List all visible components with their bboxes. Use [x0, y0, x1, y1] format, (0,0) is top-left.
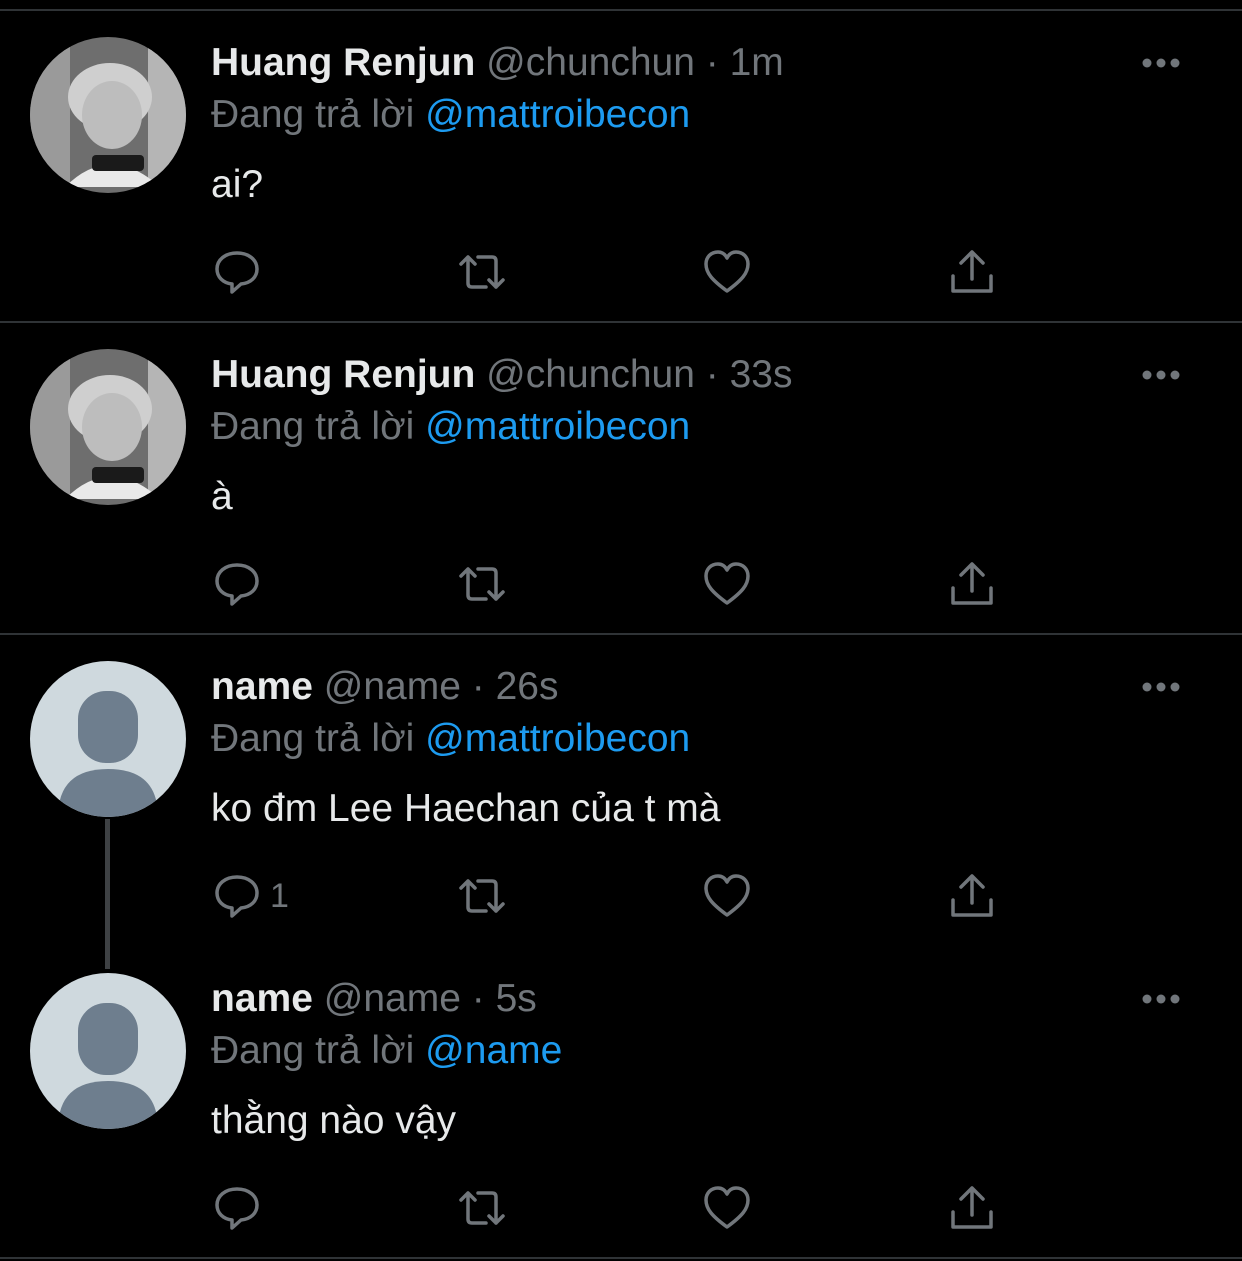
avatar[interactable] — [30, 973, 186, 1129]
retweet-icon — [459, 567, 505, 601]
share-button[interactable] — [947, 871, 997, 921]
more-icon[interactable] — [1140, 365, 1182, 385]
share-button[interactable] — [947, 1183, 997, 1233]
tweet-text: à — [211, 475, 233, 518]
reply-button[interactable] — [212, 559, 262, 609]
timestamp[interactable]: 33s — [730, 353, 793, 396]
avatar-photo-icon — [30, 37, 186, 193]
reply-button[interactable] — [212, 247, 262, 297]
timestamp[interactable]: 1m — [730, 41, 784, 84]
like-button[interactable] — [702, 1183, 752, 1233]
replying-to: Đang trả lời @mattroibecon — [211, 402, 690, 452]
mention-link[interactable]: @mattroibecon — [425, 717, 690, 760]
separator-dot: · — [471, 665, 485, 708]
reply-icon — [215, 251, 259, 294]
reply-icon — [215, 1187, 259, 1230]
heart-icon — [704, 562, 750, 605]
more-icon[interactable] — [1140, 53, 1182, 73]
replying-prefix: Đang trả lời — [211, 405, 415, 448]
tweet-text: thằng nào vậy — [211, 1099, 457, 1142]
replying-prefix: Đang trả lời — [211, 93, 415, 136]
timestamp[interactable]: 5s — [496, 977, 537, 1020]
heart-icon — [704, 1186, 750, 1229]
like-button[interactable] — [702, 559, 752, 609]
mention-link[interactable]: @mattroibecon — [425, 93, 690, 136]
like-button[interactable] — [702, 871, 752, 921]
timestamp[interactable]: 26s — [496, 665, 559, 708]
share-icon — [951, 250, 993, 293]
action-bar — [210, 559, 1030, 609]
tweet-header: name @name · 26s — [211, 662, 558, 712]
user-handle[interactable]: @name — [324, 977, 461, 1020]
display-name[interactable]: Huang Renjun — [211, 353, 475, 396]
reply-icon — [215, 875, 259, 918]
default-avatar-icon — [30, 973, 186, 1129]
display-name[interactable]: Huang Renjun — [211, 41, 475, 84]
tweet-text: ko đm Lee Haechan của t mà — [211, 787, 721, 830]
avatar-photo-icon — [30, 349, 186, 505]
reply-button[interactable]: 1 — [212, 871, 289, 921]
tweet-header: name @name · 5s — [211, 974, 537, 1024]
retweet-button[interactable] — [457, 559, 507, 609]
mention-link[interactable]: @mattroibecon — [425, 405, 690, 448]
share-icon — [951, 562, 993, 605]
display-name[interactable]: name — [211, 977, 313, 1020]
more-icon[interactable] — [1140, 989, 1182, 1009]
thread-connector — [105, 819, 110, 969]
action-bar — [210, 1183, 1030, 1233]
like-button[interactable] — [702, 247, 752, 297]
display-name[interactable]: name — [211, 665, 313, 708]
tweet-text: ai? — [211, 163, 264, 206]
share-icon — [951, 1186, 993, 1229]
replying-to: Đang trả lời @name — [211, 1026, 562, 1076]
reply-button[interactable] — [212, 1183, 262, 1233]
tweet-header: Huang Renjun @chunchun · 33s — [211, 350, 792, 400]
heart-icon — [704, 874, 750, 917]
separator-dot: · — [705, 353, 719, 396]
share-button[interactable] — [947, 247, 997, 297]
retweet-button[interactable] — [457, 871, 507, 921]
mention-link[interactable]: @name — [425, 1029, 562, 1072]
share-button[interactable] — [947, 559, 997, 609]
share-icon — [951, 874, 993, 917]
avatar[interactable] — [30, 37, 186, 193]
reply-icon — [215, 563, 259, 606]
replying-prefix: Đang trả lời — [211, 717, 415, 760]
retweet-icon — [459, 879, 505, 913]
retweet-icon — [459, 1191, 505, 1225]
user-handle[interactable]: @chunchun — [486, 353, 695, 396]
tweet-divider — [0, 1257, 1242, 1259]
action-bar — [210, 247, 1030, 297]
more-icon[interactable] — [1140, 677, 1182, 697]
user-handle[interactable]: @name — [324, 665, 461, 708]
avatar[interactable] — [30, 349, 186, 505]
retweet-button[interactable] — [457, 247, 507, 297]
reply-count: 1 — [270, 876, 289, 915]
heart-icon — [704, 250, 750, 293]
tweet-divider — [0, 321, 1242, 323]
default-avatar-icon — [30, 661, 186, 817]
replying-to: Đang trả lời @mattroibecon — [211, 714, 690, 764]
avatar[interactable] — [30, 661, 186, 817]
separator-dot: · — [705, 41, 719, 84]
top-divider — [0, 9, 1242, 11]
tweet-divider — [0, 633, 1242, 635]
retweet-button[interactable] — [457, 1183, 507, 1233]
action-bar: 1 — [210, 871, 1030, 921]
tweet-header: Huang Renjun @chunchun · 1m — [211, 38, 784, 88]
retweet-icon — [459, 255, 505, 289]
replying-prefix: Đang trả lời — [211, 1029, 415, 1072]
separator-dot: · — [471, 977, 485, 1020]
user-handle[interactable]: @chunchun — [486, 41, 695, 84]
replying-to: Đang trả lời @mattroibecon — [211, 90, 690, 140]
